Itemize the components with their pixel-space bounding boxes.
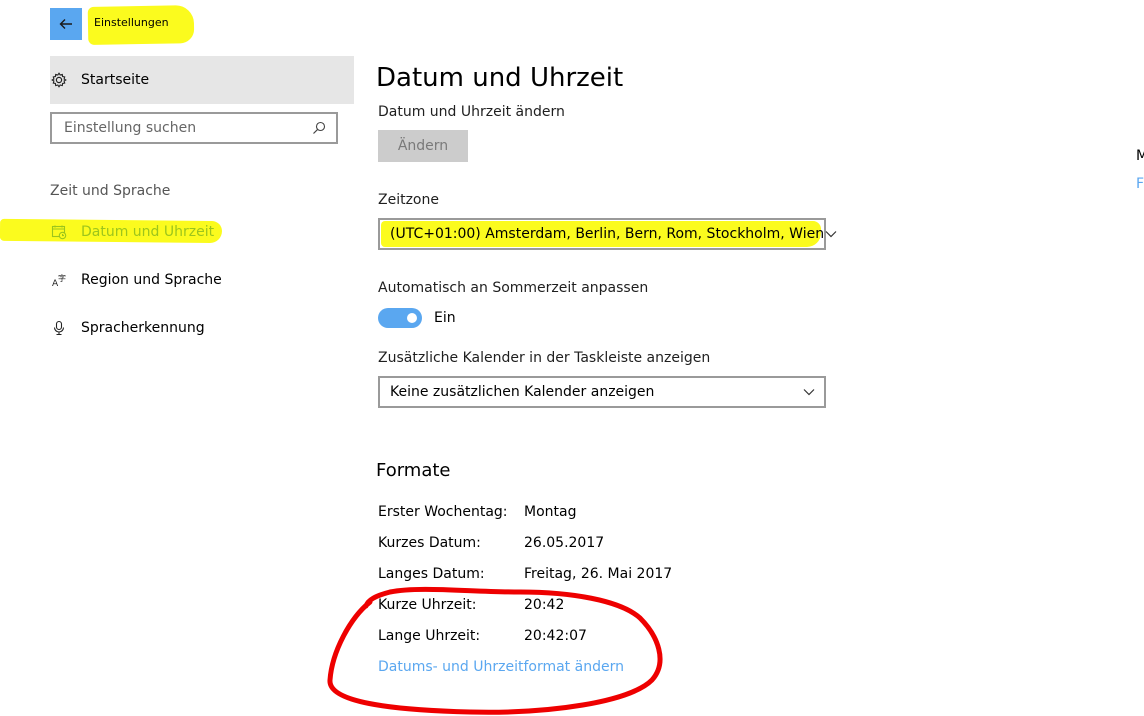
sidebar-item-label: Region und Sprache: [81, 272, 222, 288]
chevron-down-icon: [802, 385, 816, 399]
svg-text:字: 字: [58, 273, 66, 283]
format-key-short-time: Kurze Uhrzeit:: [378, 597, 477, 613]
back-button[interactable]: [50, 8, 82, 40]
search-box[interactable]: [50, 112, 338, 144]
sidebar-item-datum-und-uhrzeit[interactable]: Datum und Uhrzeit: [50, 216, 350, 248]
format-value-short-time: 20:42: [524, 597, 565, 613]
format-key-first-weekday: Erster Wochentag:: [378, 504, 508, 520]
calendar-value: Keine zusätzlichen Kalender anzeigen: [390, 384, 655, 400]
app-title: Einstellungen: [94, 16, 169, 29]
sidebar-home-label: Startseite: [81, 72, 150, 88]
sidebar-item-label: Datum und Uhrzeit: [81, 224, 215, 240]
format-value-long-time: 20:42:07: [524, 628, 587, 644]
calendar-dropdown[interactable]: Keine zusätzlichen Kalender anzeigen: [378, 376, 826, 408]
gear-icon: [51, 72, 67, 88]
language-icon: A 字: [51, 272, 67, 288]
timezone-dropdown[interactable]: (UTC+01:00) Amsterdam, Berlin, Bern, Rom…: [378, 218, 837, 250]
formats-title: Formate: [376, 460, 451, 481]
right-panel-link[interactable]: F: [1136, 176, 1144, 192]
change-format-link[interactable]: Datums- und Uhrzeitformat ändern: [378, 659, 624, 675]
calendar-clock-icon: [51, 224, 67, 240]
red-annotation-circle: [327, 586, 663, 715]
sidebar-item-region-und-sprache[interactable]: A 字 Region und Sprache: [50, 264, 350, 296]
dst-state-label: Ein: [434, 310, 456, 326]
dst-toggle[interactable]: [378, 308, 422, 328]
timezone-value: (UTC+01:00) Amsterdam, Berlin, Bern, Rom…: [390, 226, 825, 242]
chevron-down-icon: [824, 227, 838, 241]
right-panel-heading: M: [1136, 148, 1144, 164]
format-value-long-date: Freitag, 26. Mai 2017: [524, 566, 673, 582]
change-datetime-label: Datum und Uhrzeit ändern: [378, 104, 565, 120]
calendar-label: Zusätzliche Kalender in der Taskleiste a…: [378, 350, 711, 366]
sidebar-group-label: Zeit und Sprache: [50, 183, 171, 199]
timezone-label: Zeitzone: [378, 192, 439, 208]
sidebar-item-spracherkennung[interactable]: Spracherkennung: [50, 312, 350, 344]
search-input[interactable]: [62, 119, 306, 137]
arrow-left-icon: [59, 19, 72, 29]
format-value-first-weekday: Montag: [524, 504, 577, 520]
format-key-long-time: Lange Uhrzeit:: [378, 628, 481, 644]
page-title: Datum und Uhrzeit: [376, 63, 624, 93]
sidebar-home[interactable]: Startseite: [50, 56, 354, 104]
sidebar-item-label: Spracherkennung: [81, 320, 205, 336]
format-value-short-date: 26.05.2017: [524, 535, 605, 551]
change-button[interactable]: Ändern: [378, 130, 468, 162]
format-key-long-date: Langes Datum:: [378, 566, 485, 582]
dst-label: Automatisch an Sommerzeit anpassen: [378, 280, 649, 296]
format-key-short-date: Kurzes Datum:: [378, 535, 481, 551]
search-icon[interactable]: [312, 121, 326, 135]
microphone-icon: [51, 320, 67, 336]
toggle-knob: [407, 313, 417, 323]
